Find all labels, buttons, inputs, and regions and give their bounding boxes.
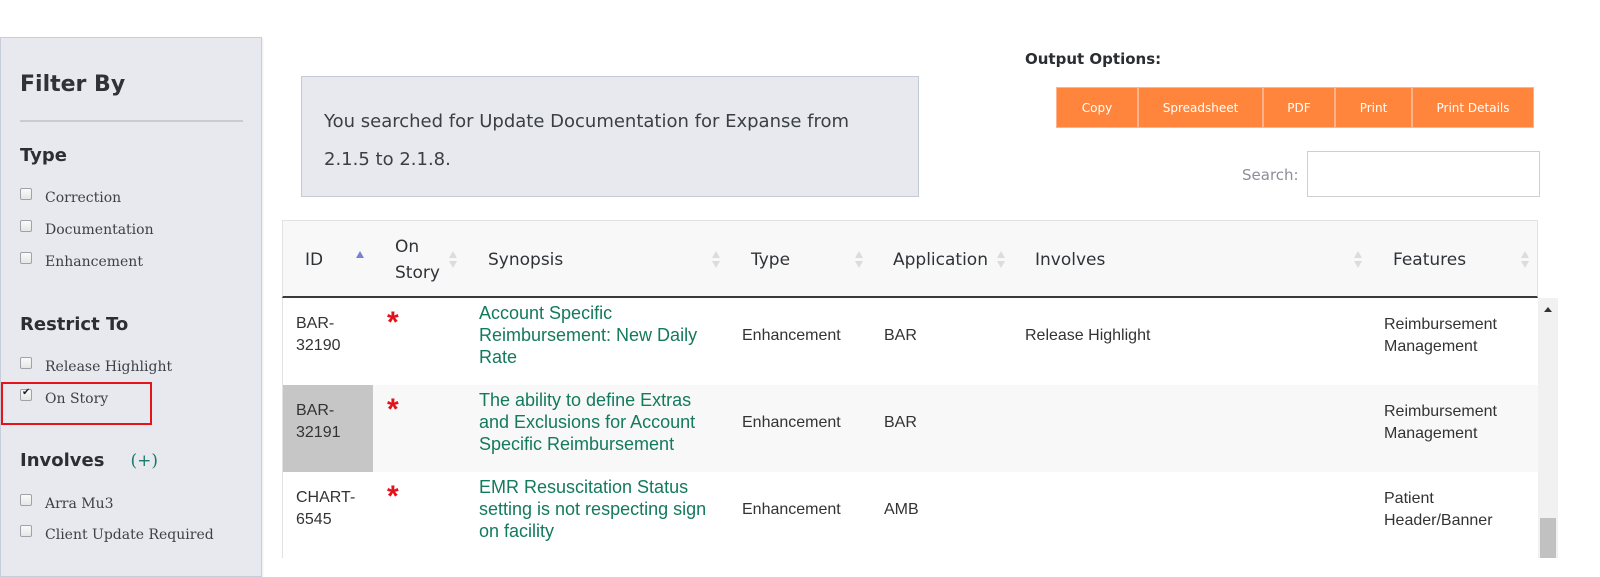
output-options-label: Output Options:	[1025, 50, 1162, 68]
table-row[interactable]: BAR- 32190 * Account Specific Reimburseme…	[283, 298, 1539, 385]
column-header-on-story[interactable]: On Story	[395, 234, 445, 286]
synopsis-link[interactable]: EMR Resuscitation Status setting is not …	[479, 476, 719, 542]
column-header-features[interactable]: Features	[1393, 247, 1466, 273]
involves-expand-link[interactable]: (+)	[130, 451, 158, 471]
on-story-star-icon: *	[387, 393, 399, 426]
column-header-application[interactable]: Application	[893, 247, 988, 273]
filter-release-highlight[interactable]: Release Highlight	[20, 357, 173, 375]
output-buttons: Copy Spreadsheet PDF Print Print Details	[1056, 87, 1534, 128]
filter-enhancement[interactable]: Enhancement	[20, 252, 143, 270]
search-label: Search:	[1242, 166, 1299, 184]
documentation-checkbox[interactable]	[20, 220, 32, 232]
sort-icon[interactable]	[1354, 251, 1362, 269]
table-body: BAR- 32190 * Account Specific Reimburseme…	[282, 298, 1539, 558]
filter-client-update-required[interactable]: Client Update Required	[20, 525, 214, 543]
sort-icon[interactable]	[997, 251, 1005, 269]
arra-mu3-label: Arra Mu3	[45, 496, 114, 512]
sidebar-divider	[20, 120, 243, 122]
cell-id: CHART- 6545	[283, 472, 373, 558]
correction-checkbox[interactable]	[20, 188, 32, 200]
id-text: BAR- 32191	[296, 402, 341, 441]
table-row[interactable]: CHART- 6545 * EMR Resuscitation Status se…	[283, 472, 1539, 558]
enhancement-label: Enhancement	[45, 254, 143, 270]
cell-id: BAR- 32190	[283, 298, 373, 385]
search-input[interactable]	[1307, 151, 1540, 197]
sort-icon[interactable]	[1521, 251, 1529, 269]
search-summary: You searched for Update Documentation fo…	[301, 76, 919, 197]
cell-involves: Release Highlight	[1025, 327, 1151, 344]
on-story-highlight-annotation	[1, 382, 152, 425]
sort-icon[interactable]	[712, 251, 720, 269]
sort-icon[interactable]	[855, 251, 863, 269]
on-story-star-icon: *	[387, 306, 399, 339]
cell-application: BAR	[884, 327, 917, 344]
cell-features: Reimbursement Management	[1384, 316, 1497, 355]
release-highlight-label: Release Highlight	[45, 359, 173, 375]
correction-label: Correction	[45, 190, 122, 206]
table-row[interactable]: BAR- 32191 * The ability to define Extras…	[283, 385, 1539, 472]
cell-application: BAR	[884, 414, 917, 431]
sort-ascending-icon[interactable]	[356, 251, 364, 269]
cell-type: Enhancement	[742, 414, 841, 431]
scroll-up-arrow-icon[interactable]	[1544, 307, 1552, 312]
type-heading: Type	[20, 145, 67, 166]
scrollbar-thumb[interactable]	[1540, 518, 1556, 558]
sort-icon[interactable]	[449, 251, 457, 269]
release-highlight-checkbox[interactable]	[20, 357, 32, 369]
filter-by-title: Filter By	[20, 72, 126, 97]
print-button[interactable]: Print	[1335, 87, 1412, 128]
filter-correction[interactable]: Correction	[20, 188, 122, 206]
involves-heading-label: Involves	[20, 450, 105, 471]
cell-application: AMB	[884, 501, 919, 518]
client-update-required-checkbox[interactable]	[20, 525, 32, 537]
column-header-type[interactable]: Type	[751, 247, 790, 273]
id-text: BAR- 32190	[296, 315, 341, 354]
pdf-button[interactable]: PDF	[1263, 87, 1335, 128]
table-header: ID On Story Synopsis Type Application In…	[282, 220, 1538, 298]
cell-id: BAR- 32191	[283, 385, 373, 472]
involves-heading: Involves (+)	[20, 450, 158, 471]
synopsis-link[interactable]: Account Specific Reimbursement: New Dail…	[479, 302, 719, 368]
column-header-synopsis[interactable]: Synopsis	[488, 247, 563, 273]
arra-mu3-checkbox[interactable]	[20, 494, 32, 506]
cell-features: Patient Header/Banner	[1384, 490, 1493, 529]
column-header-id[interactable]: ID	[305, 247, 323, 273]
copy-button[interactable]: Copy	[1056, 87, 1138, 128]
documentation-label: Documentation	[45, 222, 154, 238]
id-text: CHART- 6545	[296, 489, 356, 528]
column-header-involves[interactable]: Involves	[1035, 247, 1105, 273]
spreadsheet-button[interactable]: Spreadsheet	[1138, 87, 1263, 128]
cell-features: Reimbursement Management	[1384, 403, 1497, 442]
enhancement-checkbox[interactable]	[20, 252, 32, 264]
on-story-star-icon: *	[387, 480, 399, 513]
synopsis-link[interactable]: The ability to define Extras and Exclusi…	[479, 389, 719, 455]
client-update-required-label: Client Update Required	[45, 527, 214, 543]
cell-type: Enhancement	[742, 501, 841, 518]
restrict-to-heading: Restrict To	[20, 314, 129, 335]
cell-type: Enhancement	[742, 327, 841, 344]
filter-documentation[interactable]: Documentation	[20, 220, 154, 238]
table-scrollbar[interactable]	[1538, 298, 1558, 558]
filter-arra-mu3[interactable]: Arra Mu3	[20, 494, 114, 512]
print-details-button[interactable]: Print Details	[1412, 87, 1534, 128]
